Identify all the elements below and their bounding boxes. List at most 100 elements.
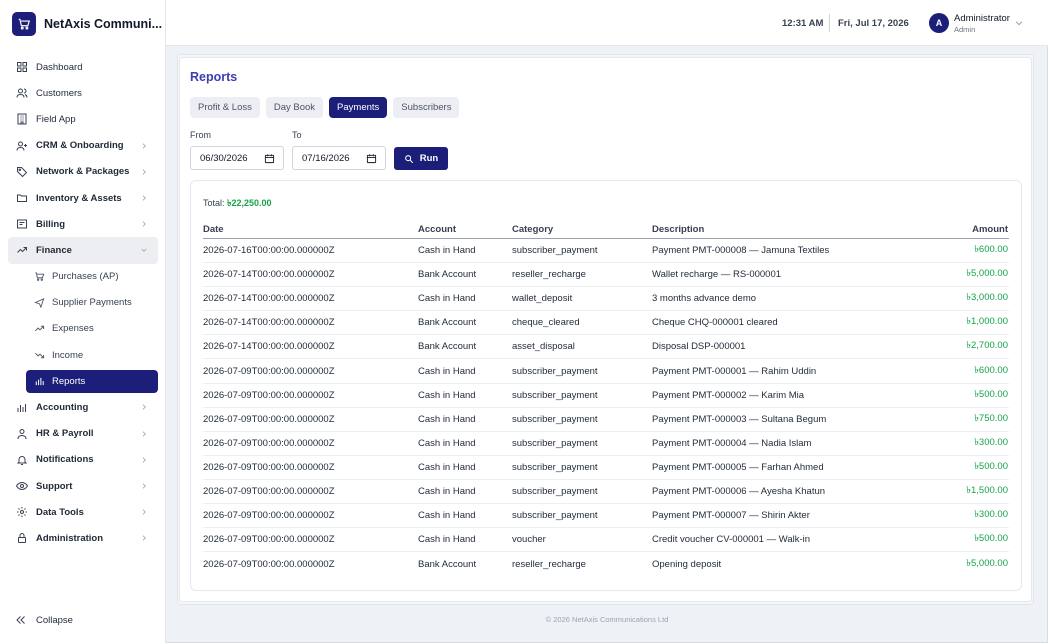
table-row[interactable]: 2026-07-09T00:00:00.000000Z Cash in Hand s… <box>203 360 1009 384</box>
avatar[interactable]: A <box>929 13 949 33</box>
sidebar-item-finance[interactable]: Finance <box>8 237 158 264</box>
calendar-icon[interactable] <box>366 153 377 164</box>
sidebar-item-label: Support <box>36 480 73 492</box>
sidebar-item-network[interactable]: Network & Packages <box>0 159 166 185</box>
cell-category: subscriber_payment <box>512 365 598 377</box>
cell-description: Credit voucher CV-000001 — Walk-in <box>652 534 811 546</box>
cell-account: Bank Account <box>418 558 477 570</box>
sidebar-item-data-tools[interactable]: Data Tools <box>0 499 166 525</box>
cell-description: Payment PMT-000004 — Nadia Islam <box>652 437 812 449</box>
sidebar-item-support[interactable]: Support <box>0 473 166 499</box>
run-label: Run <box>419 153 439 164</box>
table-row[interactable]: 2026-07-14T00:00:00.000000Z Bank Account c… <box>203 311 1009 336</box>
receipt-icon <box>15 218 28 231</box>
tab-profit-loss[interactable]: Profit & Loss <box>190 97 260 118</box>
lock-icon <box>15 532 28 545</box>
chevron-right-icon <box>139 402 149 412</box>
sidebar-subitem-reports[interactable]: Reports <box>26 369 158 393</box>
sidebar-subitem-purchases[interactable]: Purchases (AP) <box>0 264 166 290</box>
cell-account: Cash in Hand <box>418 293 476 305</box>
table-row[interactable]: 2026-07-09T00:00:00.000000Z Cash in Hand s… <box>203 480 1009 505</box>
run-button[interactable]: Run <box>394 147 448 170</box>
cell-date: 2026-07-09T00:00:00.000000Z <box>203 558 335 570</box>
sidebar-subitem-label: Purchases (AP) <box>52 271 119 283</box>
cell-category: subscriber_payment <box>512 510 598 522</box>
trending-down-icon <box>34 350 45 361</box>
collapse-button[interactable]: Collapse <box>15 614 73 626</box>
sidebar-item-label: Finance <box>36 244 72 256</box>
trending-icon <box>15 244 28 257</box>
sidebar: NetAxis Communi... Dashboard Customers F… <box>0 0 166 643</box>
col-account[interactable]: Account <box>418 220 456 238</box>
sidebar-item-crm[interactable]: CRM & Onboarding <box>0 133 166 159</box>
from-date-value: 06/30/2026 <box>200 152 248 164</box>
tab-day-book[interactable]: Day Book <box>265 97 324 118</box>
table-row[interactable]: 2026-07-09T00:00:00.000000Z Cash in Hand s… <box>203 432 1009 456</box>
cell-date: 2026-07-09T00:00:00.000000Z <box>203 389 335 401</box>
table-row[interactable]: 2026-07-09T00:00:00.000000Z Cash in Hand s… <box>203 456 1009 480</box>
sidebar-item-accounting[interactable]: Accounting <box>0 394 166 420</box>
cell-category: subscriber_payment <box>512 461 598 473</box>
brand-name: NetAxis Communi... <box>44 17 163 31</box>
cell-amount: ৳300.00 <box>974 509 1008 521</box>
cell-account: Cash in Hand <box>418 534 476 546</box>
sidebar-item-notifications[interactable]: Notifications <box>0 447 166 473</box>
cell-account: Bank Account <box>418 317 477 329</box>
total-summary: Total: ৳22,250.00 <box>203 196 272 211</box>
table-row[interactable]: 2026-07-09T00:00:00.000000Z Bank Account r… <box>203 552 1009 576</box>
sidebar-nav: Dashboard Customers Field App CRM & Onbo… <box>0 54 166 552</box>
bar-chart-icon <box>15 401 28 414</box>
to-date-input[interactable]: 07/16/2026 <box>292 146 386 170</box>
sidebar-subitem-supplier-payments[interactable]: Supplier Payments <box>0 290 166 316</box>
cell-category: subscriber_payment <box>512 245 598 257</box>
sidebar-item-inventory[interactable]: Inventory & Assets <box>0 185 166 211</box>
calendar-icon[interactable] <box>264 153 275 164</box>
sidebar-item-label: Customers <box>36 87 82 99</box>
sidebar-item-field-app[interactable]: Field App <box>0 106 166 132</box>
table-row[interactable]: 2026-07-09T00:00:00.000000Z Cash in Hand s… <box>203 504 1009 529</box>
col-date[interactable]: Date <box>203 220 224 238</box>
tab-subscribers[interactable]: Subscribers <box>393 97 460 118</box>
table-row[interactable]: 2026-07-09T00:00:00.000000Z Cash in Hand s… <box>203 408 1009 432</box>
col-amount[interactable]: Amount <box>972 220 1008 238</box>
sidebar-item-customers[interactable]: Customers <box>0 80 166 106</box>
sidebar-item-hr[interactable]: HR & Payroll <box>0 421 166 447</box>
cell-amount: ৳500.00 <box>974 388 1008 400</box>
sidebar-item-label: Notifications <box>36 454 94 466</box>
table-row[interactable]: 2026-07-16T00:00:00.000000Z Cash in Hand s… <box>203 239 1009 264</box>
tab-payments[interactable]: Payments <box>329 97 388 118</box>
top-header: 12:31 AM Fri, Jul 17, 2026 A Administrat… <box>166 0 1048 46</box>
sidebar-item-billing[interactable]: Billing <box>0 211 166 237</box>
chevron-right-icon <box>139 481 149 491</box>
table-row[interactable]: 2026-07-14T00:00:00.000000Z Bank Account a… <box>203 335 1009 360</box>
from-date-input[interactable]: 06/30/2026 <box>190 146 284 170</box>
table-row[interactable]: 2026-07-09T00:00:00.000000Z Cash in Hand s… <box>203 384 1009 408</box>
cell-date: 2026-07-14T00:00:00.000000Z <box>203 293 335 305</box>
table-row[interactable]: 2026-07-14T00:00:00.000000Z Bank Account r… <box>203 263 1009 288</box>
header-time: 12:31 AM <box>782 18 824 29</box>
chevron-right-icon <box>139 193 149 203</box>
search-icon <box>404 154 414 164</box>
cell-description: Payment PMT-000008 — Jamuna Textiles <box>652 245 830 257</box>
cell-description: Disposal DSP-000001 <box>652 341 746 353</box>
table-row[interactable]: 2026-07-09T00:00:00.000000Z Cash in Hand v… <box>203 528 1009 553</box>
cell-account: Cash in Hand <box>418 486 476 498</box>
sidebar-subitem-expenses[interactable]: Expenses <box>0 316 166 342</box>
sidebar-item-administration[interactable]: Administration <box>0 525 166 551</box>
cell-category: subscriber_payment <box>512 486 598 498</box>
chevron-down-icon[interactable] <box>1014 18 1024 28</box>
table-row[interactable]: 2026-07-14T00:00:00.000000Z Cash in Hand w… <box>203 287 1009 312</box>
cell-account: Cash in Hand <box>418 389 476 401</box>
cell-description: Cheque CHQ-000001 cleared <box>652 317 778 329</box>
cell-amount: ৳500.00 <box>974 460 1008 472</box>
col-category[interactable]: Category <box>512 220 553 238</box>
cell-description: Opening deposit <box>652 558 722 570</box>
sidebar-subitem-income[interactable]: Income <box>0 342 166 368</box>
cell-amount: ৳3,000.00 <box>966 292 1008 304</box>
brand[interactable]: NetAxis Communi... <box>12 11 162 37</box>
col-description[interactable]: Description <box>652 220 704 238</box>
cell-category: subscriber_payment <box>512 389 598 401</box>
user-name[interactable]: Administrator <box>954 13 1010 24</box>
sidebar-item-dashboard[interactable]: Dashboard <box>0 54 166 80</box>
footer: © 2026 NetAxis Communications Ltd <box>545 615 669 624</box>
